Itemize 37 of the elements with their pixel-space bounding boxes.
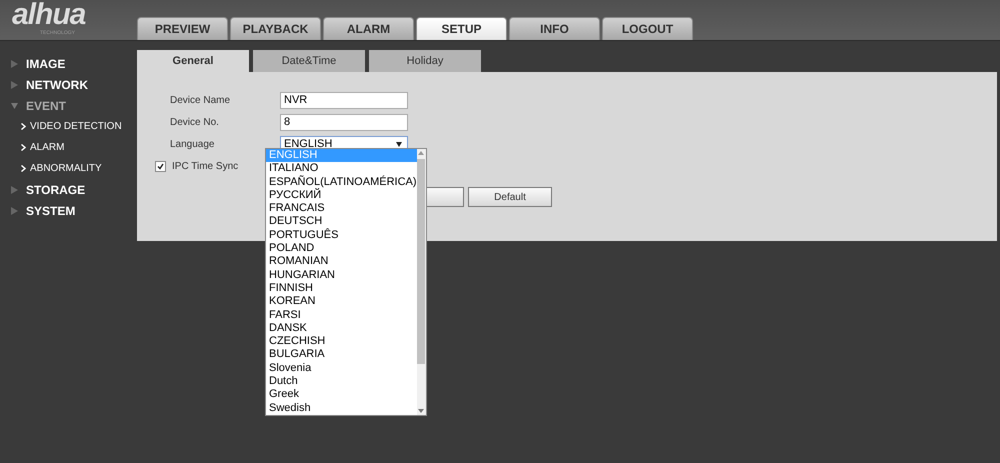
field-label: Device No. <box>169 116 220 128</box>
expanded-triangle-icon <box>11 102 18 110</box>
scrollbar-thumb[interactable] <box>417 159 426 364</box>
sub-tab[interactable]: Holiday <box>369 50 481 72</box>
main-tab[interactable]: PREVIEW <box>137 17 228 40</box>
sidebar-item[interactable]: IMAGE <box>26 56 66 70</box>
sidebar-item[interactable]: EVENT <box>26 98 66 112</box>
checkbox[interactable] <box>155 160 166 172</box>
device-name-field[interactable]: NVR <box>280 92 408 108</box>
main-tab[interactable]: SETUP <box>416 17 507 40</box>
collapsed-triangle-icon <box>11 60 18 68</box>
main-tab[interactable]: PLAYBACK <box>230 17 321 40</box>
chevron-icon <box>21 165 26 172</box>
sidebar-subitem[interactable]: VIDEO DETECTION <box>30 121 122 132</box>
sidebar-item[interactable]: STORAGE <box>26 182 86 196</box>
checkbox-label: IPC Time Sync <box>172 160 238 172</box>
main-tab[interactable]: INFO <box>509 17 600 40</box>
sub-tab[interactable]: Date&Time <box>253 50 365 72</box>
collapsed-triangle-icon <box>11 80 18 88</box>
collapsed-triangle-icon <box>11 186 18 194</box>
device-no-field[interactable]: 8 <box>280 114 408 130</box>
logo: alhua <box>12 0 86 30</box>
sidebar-item[interactable]: NETWORK <box>26 78 88 92</box>
sub-tab[interactable]: General <box>137 50 249 72</box>
main-tab[interactable]: ALARM <box>323 17 414 40</box>
scroll-up-icon[interactable] <box>417 149 426 157</box>
field-label: Device Name <box>169 94 232 106</box>
chevron-icon <box>21 144 26 151</box>
field-label: Language <box>169 138 216 150</box>
sidebar-subitem[interactable]: ALARM <box>30 142 64 153</box>
main-tab[interactable]: LOGOUT <box>602 17 693 40</box>
default-button[interactable]: Default <box>468 187 552 207</box>
sidebar-item[interactable]: SYSTEM <box>26 204 76 218</box>
sidebar-subitem[interactable]: ABNORMALITY <box>30 163 102 174</box>
collapsed-triangle-icon <box>11 206 18 214</box>
scroll-down-icon[interactable] <box>417 407 426 415</box>
chevron-icon <box>21 123 26 130</box>
